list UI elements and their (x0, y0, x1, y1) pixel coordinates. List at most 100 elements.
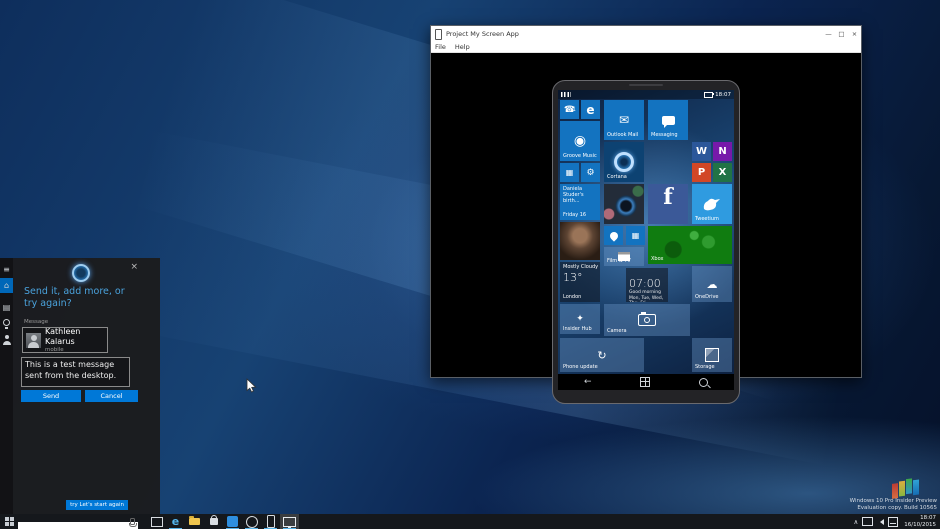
cortana-panel: ≡⌂▤ × Send it, add more, or try again? M… (0, 258, 160, 514)
project-my-screen-window: Project My Screen App — □ × File Help 1 (430, 25, 862, 378)
tile-powerpoint[interactable]: P (692, 163, 711, 182)
app-round-taskbar-button[interactable] (242, 514, 261, 529)
tile-film-tv[interactable]: Film & TV (604, 247, 644, 266)
tile-alarms[interactable]: 07:00Good morning Mon, Tue, Wed, Thu, Fr… (626, 268, 668, 302)
phone-status-bar: 18:07 (558, 90, 734, 99)
tile-photos-collage[interactable] (604, 184, 644, 224)
tile-photos-face[interactable] (560, 222, 600, 260)
contact-card[interactable]: Kathleen Kalarus mobile (22, 327, 108, 353)
tile-onedrive[interactable]: ☁OneDrive (692, 266, 732, 302)
cancel-button[interactable]: Cancel (85, 390, 138, 402)
t-label: Groove Music (563, 153, 597, 159)
t-title: Daniela Studer's birth... (563, 186, 598, 204)
maximize-button[interactable]: □ (835, 26, 848, 42)
image-icon: ▦ (560, 163, 579, 182)
t-label: Storage (695, 364, 715, 370)
phone-companion-taskbar-button[interactable] (261, 514, 280, 529)
tile-photos-small-2[interactable]: ▦ (626, 226, 645, 245)
tile-xbox[interactable]: Xbox (648, 226, 732, 264)
tile-phone[interactable]: ☎1 (560, 100, 579, 119)
start-button[interactable] (0, 514, 18, 529)
tile-groove-music[interactable]: ◉Groove Music (560, 121, 600, 161)
gear-icon: ⚙ (581, 163, 600, 182)
project-my-screen-icon (283, 517, 296, 527)
tray-clock[interactable]: 18:07 16/10/2015 (902, 515, 936, 528)
tile-excel[interactable]: X (713, 163, 732, 182)
bird-icon (702, 197, 722, 212)
excel-letter-icon: X (713, 163, 732, 182)
windows-logo-icon (5, 517, 14, 526)
tile-tweetium[interactable]: Tweetium (692, 184, 732, 224)
project-my-screen-taskbar-button[interactable] (280, 514, 299, 529)
close-button[interactable]: × (848, 26, 861, 42)
suggestion-chip[interactable]: try Let's start again (66, 500, 128, 510)
chat-icon (662, 116, 675, 125)
cortana-logo-icon (72, 264, 90, 282)
reminders-icon[interactable] (0, 317, 13, 331)
menu-help[interactable]: Help (455, 43, 470, 51)
tile-onenote[interactable]: N (713, 142, 732, 161)
tile-messaging[interactable]: Messaging (648, 100, 688, 140)
volume-icon[interactable] (877, 519, 884, 525)
t-label: Messaging (651, 132, 678, 138)
phone-screen[interactable]: 18:07 ☎1e✉Outlook Mail Messaging ◉Groove M… (558, 90, 734, 390)
t-label: Camera (607, 328, 627, 334)
menu-file[interactable]: File (435, 43, 446, 51)
feedback-icon[interactable] (0, 333, 13, 347)
task-view-taskbar-button[interactable] (147, 514, 166, 529)
tray-date: 16/10/2015 (904, 522, 936, 529)
word-letter-icon: W (692, 142, 711, 161)
hamburger-menu-icon[interactable]: ≡ (0, 262, 13, 276)
nav-start-icon[interactable] (640, 377, 650, 387)
tile-camera[interactable]: Camera (604, 304, 690, 336)
t-title: Mostly Cloudy (563, 264, 598, 270)
minimize-button[interactable]: — (822, 26, 835, 42)
message-text-field[interactable]: This is a test message sent from the des… (21, 357, 130, 387)
send-button[interactable]: Send (21, 390, 81, 402)
cortana-ring-icon (614, 152, 634, 172)
nav-back-icon[interactable]: ← (584, 377, 592, 387)
t-label: Cortana (607, 174, 627, 180)
network-icon[interactable] (862, 517, 873, 526)
badge: 1 (572, 106, 576, 113)
action-center-icon[interactable] (888, 517, 898, 527)
app-blue-taskbar-button[interactable] (223, 514, 242, 529)
edge-taskbar-button[interactable]: e (166, 514, 185, 529)
tile-insider-hub[interactable]: ✦Insider Hub (560, 304, 600, 334)
watermark-line1: Windows 10 Pro Insider Preview (850, 498, 937, 505)
taskbar-search (18, 515, 138, 528)
t-footer: Friday 16 (563, 212, 586, 218)
close-icon[interactable]: × (130, 262, 138, 272)
tile-word[interactable]: W (692, 142, 711, 161)
phone-status-time: 18:07 (715, 92, 731, 98)
tile-calendar[interactable]: Daniela Studer's birth... Friday 16 (560, 184, 600, 220)
tile-cortana[interactable]: Cortana (604, 142, 644, 182)
t-big: 13° (563, 271, 583, 284)
tile-storage[interactable]: Storage (692, 338, 732, 372)
tile-outlook-mail[interactable]: ✉Outlook Mail (604, 100, 644, 140)
map-pin-icon (608, 230, 619, 241)
store-taskbar-button[interactable] (204, 514, 223, 529)
search-input[interactable] (18, 522, 138, 529)
insider-flag-logo (892, 477, 922, 500)
onenote-letter-icon: N (713, 142, 732, 161)
nav-windows-glyph (640, 377, 650, 387)
tile-phone-update[interactable]: ↻Phone update (560, 338, 644, 372)
nav-search-icon[interactable] (699, 378, 708, 387)
cortana-rail: ≡ ⌂ ▤ (0, 258, 13, 514)
phone-bezel: 18:07 ☎1e✉Outlook Mail Messaging ◉Groove M… (552, 80, 740, 404)
tray-chevron-icon[interactable]: ∧ (854, 518, 859, 526)
file-explorer-taskbar-button[interactable] (185, 514, 204, 529)
tile-maps[interactable] (604, 226, 623, 245)
tile-facebook[interactable]: f (648, 184, 688, 224)
tile-settings[interactable]: ⚙ (581, 163, 600, 182)
tile-edge[interactable]: e (581, 100, 600, 119)
notebook-icon[interactable]: ▤ (0, 300, 13, 314)
home-icon[interactable]: ⌂ (0, 278, 13, 293)
edge-icon: e (172, 516, 179, 527)
tile-photos-small[interactable]: ▦ (560, 163, 579, 182)
microphone-icon[interactable] (130, 518, 135, 525)
nav-search-glyph (699, 378, 708, 387)
window-titlebar[interactable]: Project My Screen App — □ × (431, 26, 861, 42)
tile-weather[interactable]: 13°Mostly CloudyLondon (560, 262, 600, 302)
